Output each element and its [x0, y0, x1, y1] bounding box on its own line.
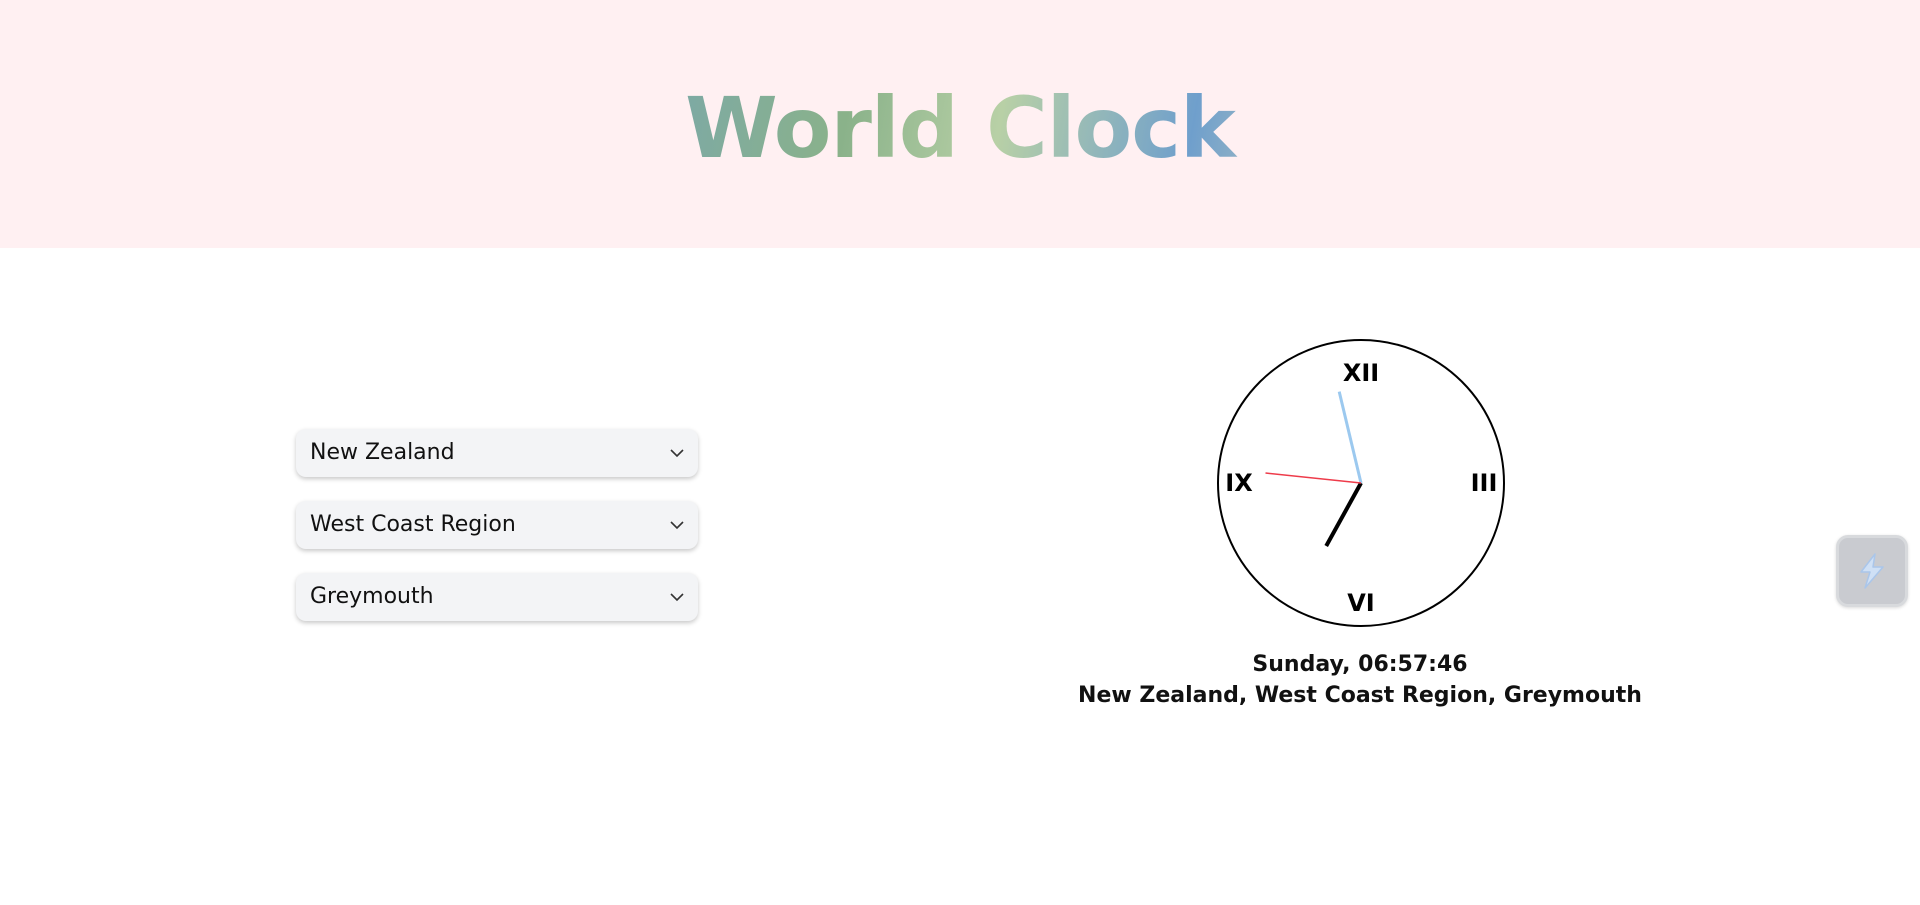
lightning-bolt-icon — [1860, 553, 1884, 589]
chevron-down-icon — [670, 449, 684, 458]
time-readout: Sunday, 06:57:46 — [1252, 652, 1468, 677]
extension-button[interactable] — [1836, 535, 1908, 607]
numeral-nine: IX — [1225, 469, 1253, 497]
city-select[interactable]: Greymouth — [296, 573, 698, 621]
numeral-twelve: XII — [1343, 359, 1379, 387]
header-banner: World Clock — [0, 0, 1920, 248]
numeral-six: VI — [1347, 589, 1375, 617]
region-select-value: West Coast Region — [310, 512, 516, 537]
page-title: World Clock — [0, 78, 1920, 178]
region-select[interactable]: West Coast Region — [296, 501, 698, 549]
location-readout: New Zealand, West Coast Region, Greymout… — [1078, 683, 1642, 708]
city-select-value: Greymouth — [310, 584, 434, 609]
country-select-value: New Zealand — [310, 440, 455, 465]
clock-face: XII III VI IX — [1217, 339, 1505, 627]
analog-clock: XII III VI IX — [1216, 338, 1506, 628]
chevron-down-icon — [670, 593, 684, 602]
numeral-three: III — [1471, 469, 1498, 497]
country-select[interactable]: New Zealand — [296, 429, 698, 477]
chevron-down-icon — [670, 521, 684, 530]
